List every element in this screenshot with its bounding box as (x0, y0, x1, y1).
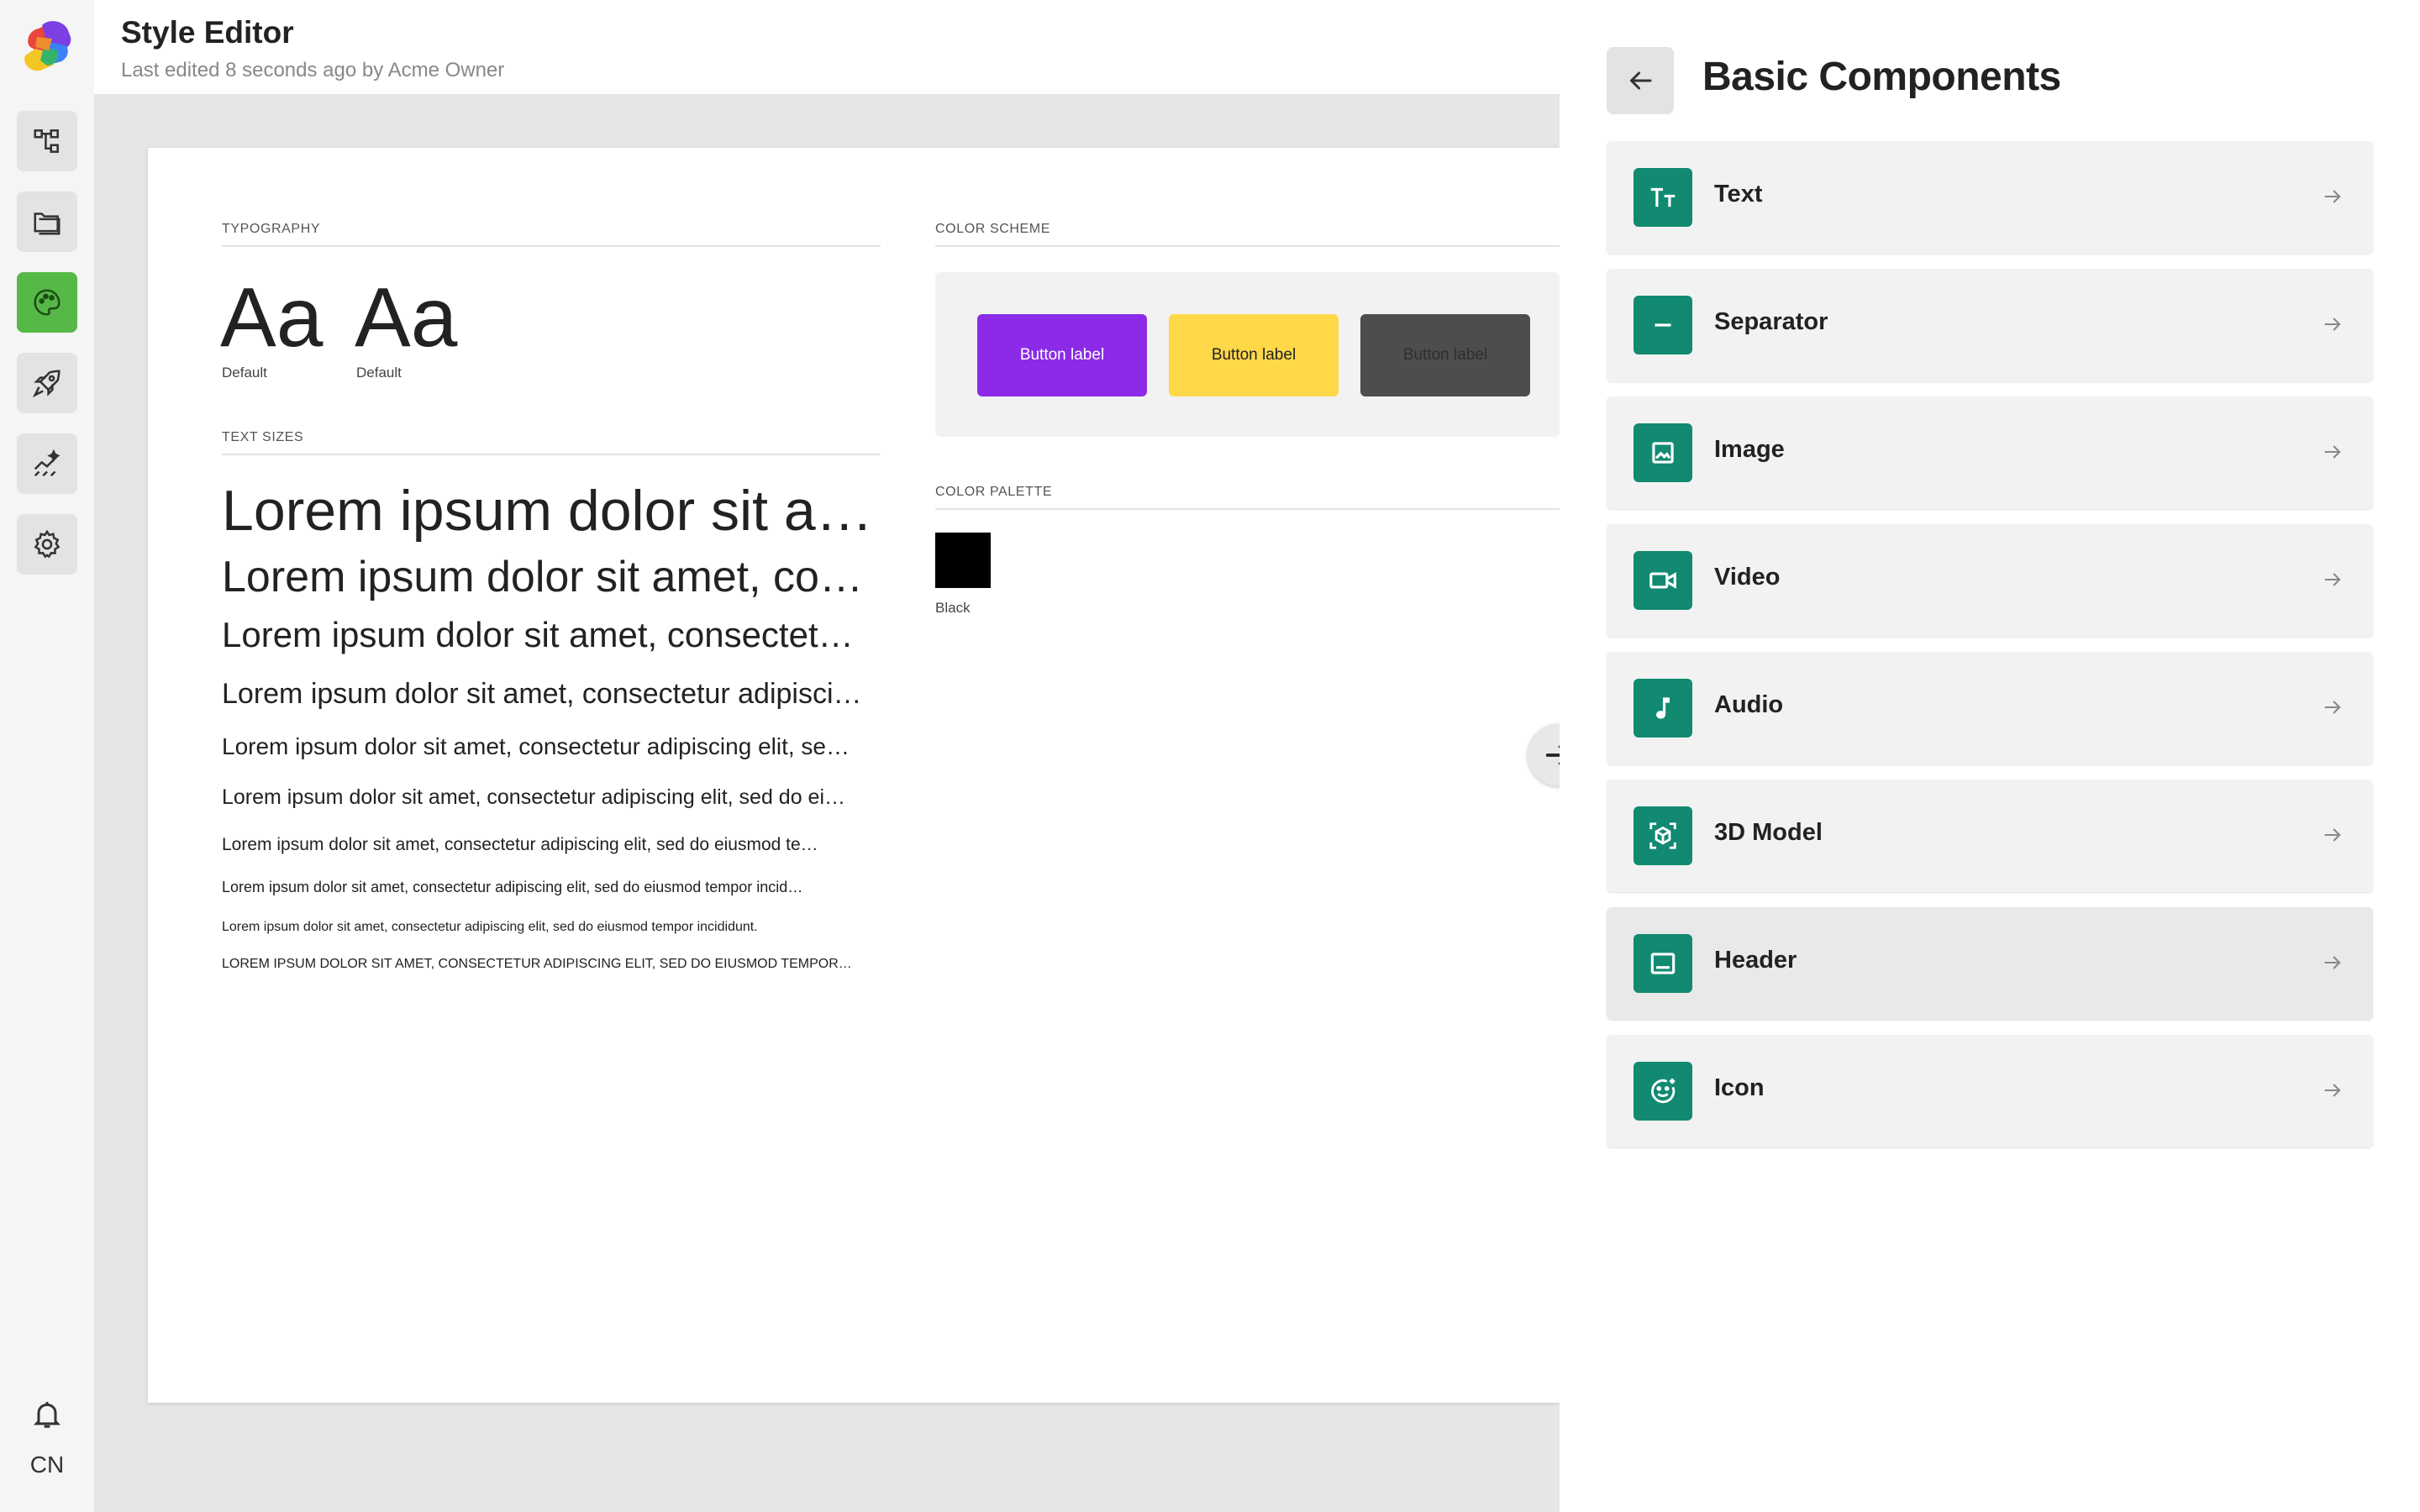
text-size-sample[interactable]: Lorem ipsum dolor sit amet, consectetur … (222, 785, 881, 810)
component-label: Icon (1714, 1074, 1765, 1101)
component-label: Image (1714, 436, 1785, 463)
chevron-right-icon (2324, 701, 2341, 714)
component-label: Audio (1714, 691, 1784, 718)
text-size-sample[interactable]: Lorem ipsum dolor sit amet, consectet… (222, 614, 881, 656)
panel-title: Basic Components (1702, 55, 2061, 99)
smiley-icon (1651, 1078, 1676, 1104)
last-edited-status: Last edited 8 seconds ago by Acme Owner (121, 59, 505, 81)
component-card-separator[interactable]: Separator (1607, 269, 2373, 381)
component-card-video[interactable]: Video (1607, 524, 2373, 637)
style-preview-canvas: TYPOGRAPHY Aa Default Aa Default TEXT SI… (148, 148, 1560, 1403)
component-label: Text (1714, 181, 1763, 207)
component-card-3d-model[interactable]: 3D Model (1607, 780, 2373, 892)
basic-components-panel: Basic Components Text Separator Image Vi… (1560, 0, 2420, 1512)
page-title: Style Editor (121, 15, 294, 50)
rail-files-button[interactable] (17, 192, 77, 252)
chevron-right-icon (2324, 956, 2341, 969)
video-icon (1649, 572, 1676, 589)
component-card-image[interactable]: Image (1607, 396, 2373, 509)
color-scheme-preview[interactable]: Button label Button label Button label (935, 272, 1560, 437)
text-size-sample[interactable]: Lorem ipsum dolor sit amet, consectetur … (222, 879, 881, 897)
color-palette-divider (935, 508, 1560, 510)
scheme-secondary-button[interactable]: Button label (1169, 314, 1339, 396)
text-size-sample[interactable]: Lorem ipsum dolor sit amet, consectetur … (222, 732, 881, 761)
color-scheme-divider (935, 245, 1560, 247)
rail-structure-button[interactable] (17, 111, 77, 171)
component-icon-tile (1634, 679, 1692, 738)
user-avatar-initials[interactable]: CN (0, 1452, 94, 1478)
header-icon (1650, 953, 1676, 974)
chevron-right-icon (2324, 445, 2341, 459)
text-size-sample[interactable]: LOREM IPSUM DOLOR SIT AMET, CONSECTETUR … (222, 956, 881, 972)
rail-style-button[interactable] (17, 272, 77, 333)
rail-analytics-button[interactable] (17, 433, 77, 494)
separator-icon (1655, 323, 1671, 327)
structure-icon (34, 129, 59, 153)
text-sizes-section-label: TEXT SIZES (222, 430, 304, 444)
component-icon-tile (1634, 168, 1692, 227)
text-size-sample[interactable]: Lorem ipsum dolor sit amet, consectetur … (222, 919, 881, 935)
typography-sample-primary[interactable]: Aa (220, 276, 323, 360)
component-icon-tile (1634, 296, 1692, 354)
component-icon-tile (1634, 551, 1692, 610)
component-card-text[interactable]: Text (1607, 141, 2373, 254)
back-button[interactable] (1607, 47, 1674, 114)
component-icon-tile (1634, 934, 1692, 993)
component-label: Separator (1714, 308, 1828, 335)
settings-icon (34, 529, 60, 559)
component-label: 3D Model (1714, 819, 1823, 846)
text-size-icon (1650, 187, 1676, 207)
app-logo[interactable] (18, 17, 76, 76)
image-icon (1652, 442, 1674, 464)
component-card-icon[interactable]: Icon (1607, 1035, 2373, 1147)
rail-publish-button[interactable] (17, 353, 77, 413)
component-icon-tile (1634, 423, 1692, 482)
chevron-right-icon (2324, 828, 2341, 842)
notifications-bell-icon[interactable] (30, 1398, 64, 1431)
component-icon-tile (1634, 1062, 1692, 1121)
color-palette-section-label: COLOR PALETTE (935, 485, 1053, 499)
chevron-right-icon (2324, 318, 2341, 331)
component-card-header[interactable]: Header (1607, 907, 2373, 1020)
typography-sample-caption: Default (222, 365, 267, 381)
component-label: Video (1714, 564, 1781, 591)
text-sizes-divider (222, 454, 881, 455)
chevron-right-icon (2324, 190, 2341, 203)
left-rail: CN (0, 0, 95, 1512)
component-label: Header (1714, 947, 1797, 974)
typography-sample-caption: Default (356, 365, 402, 381)
arrow-left-icon (1630, 71, 1652, 90)
text-size-sample[interactable]: Lorem ipsum dolor sit amet, co… (222, 551, 881, 603)
text-size-sample[interactable]: Lorem ipsum dolor sit amet, consectetur … (222, 834, 881, 855)
typography-section-label: TYPOGRAPHY (222, 222, 321, 236)
scheme-primary-button[interactable]: Button label (977, 314, 1147, 396)
analytics-icon (34, 449, 60, 477)
component-card-audio[interactable]: Audio (1607, 652, 2373, 764)
scheme-tertiary-button[interactable]: Button label (1360, 314, 1530, 396)
editor-header: Style Editor Last edited 8 seconds ago b… (94, 0, 1560, 95)
color-scheme-section-label: COLOR SCHEME (935, 222, 1050, 236)
cube-icon (1649, 822, 1676, 849)
chevron-right-icon (2324, 573, 2341, 586)
color-swatch-label: Black (935, 600, 971, 616)
typography-divider (222, 245, 881, 247)
typography-sample-secondary[interactable]: Aa (355, 276, 457, 360)
component-icon-tile (1634, 806, 1692, 865)
rocket-icon (32, 370, 60, 398)
text-size-sample[interactable]: Lorem ipsum dolor sit a… (222, 477, 881, 546)
text-size-sample[interactable]: Lorem ipsum dolor sit amet, consectetur … (222, 677, 881, 711)
chevron-right-icon (2324, 1084, 2341, 1097)
rail-settings-button[interactable] (17, 514, 77, 575)
folder-icon (34, 213, 60, 235)
palette-icon (34, 289, 60, 316)
color-swatch-black[interactable] (935, 533, 991, 588)
music-note-icon (1656, 697, 1670, 719)
